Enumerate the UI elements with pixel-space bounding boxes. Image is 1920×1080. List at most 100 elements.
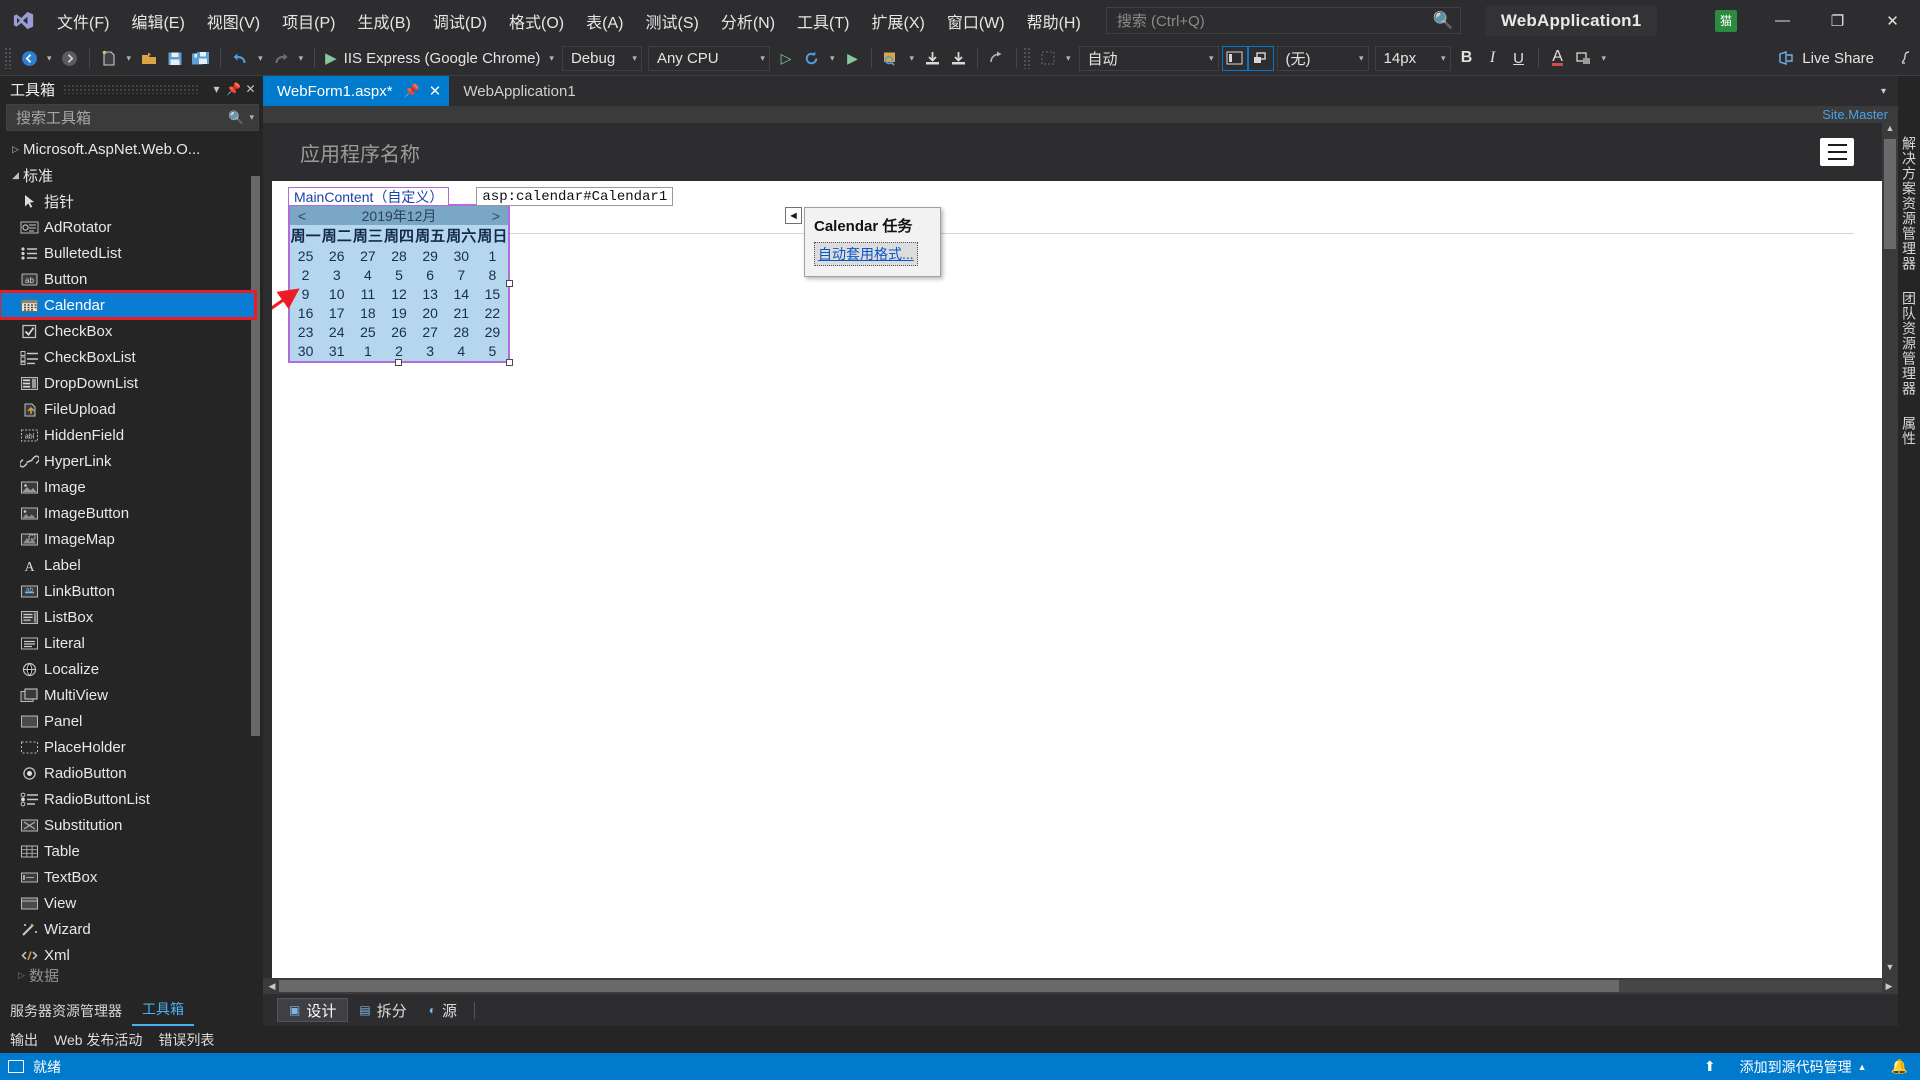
- calendar-day-cell[interactable]: 25: [290, 247, 321, 266]
- notification-badge[interactable]: 猫: [1715, 9, 1737, 32]
- calendar-day-cell[interactable]: 8: [477, 266, 508, 285]
- resize-handle-middle-right[interactable]: [506, 279, 513, 287]
- toolbox-scrollbar-thumb[interactable]: [251, 176, 260, 736]
- calendar-day-cell[interactable]: 2: [290, 266, 321, 285]
- calendar-day-cell[interactable]: 6: [415, 266, 446, 285]
- calendar-day-cell[interactable]: 3: [321, 266, 352, 285]
- menu-tools[interactable]: 工具(T): [786, 0, 860, 41]
- view-tab-source[interactable]: ◐ 源: [418, 998, 468, 1022]
- calendar-day-cell[interactable]: 13: [415, 285, 446, 304]
- scroll-up-icon[interactable]: ▲: [1882, 123, 1898, 139]
- menu-test[interactable]: 测试(S): [634, 0, 709, 41]
- scroll-left-icon[interactable]: ◀: [265, 981, 279, 992]
- toolbox-item-checkbox[interactable]: CheckBox: [0, 318, 263, 344]
- toolbox-item-linkbutton[interactable]: ab LinkButton: [0, 578, 263, 604]
- toolbox-item-xml[interactable]: Xml: [0, 942, 263, 968]
- toolbox-search-input[interactable]: 搜索工具箱 🔍 ▾: [6, 104, 259, 131]
- view-tab-split[interactable]: ▤ 拆分: [348, 998, 417, 1022]
- calendar-control-wrapper[interactable]: MainContent（自定义） asp:calendar#Calendar1 …: [288, 187, 941, 366]
- toolbox-item-placeholder[interactable]: PlaceHolder: [0, 734, 263, 760]
- live-share-button[interactable]: Live Share: [1767, 44, 1884, 72]
- calendar-day-cell[interactable]: 9: [290, 285, 321, 304]
- content-placeholder-tag[interactable]: MainContent（自定义）: [288, 187, 450, 206]
- toggle-target-rule-icon[interactable]: [1247, 45, 1274, 71]
- platform-select[interactable]: Any CPU ▾: [647, 45, 770, 71]
- start-debug-button[interactable]: ▶ IIS Express (Google Chrome): [321, 44, 544, 72]
- calendar-day-cell[interactable]: 7: [446, 266, 477, 285]
- calendar-day-cell[interactable]: 28: [383, 247, 414, 266]
- save-all-icon[interactable]: [188, 44, 214, 72]
- redo-dropdown-icon[interactable]: ▾: [294, 44, 309, 72]
- italic-button[interactable]: I: [1480, 44, 1506, 72]
- bottom-tab-output[interactable]: 输出: [10, 1030, 38, 1050]
- tab-overflow-chevron-icon[interactable]: ▾: [1869, 86, 1898, 97]
- tab-server-explorer[interactable]: 服务器资源管理器: [0, 997, 132, 1026]
- smart-tag-button[interactable]: ◄: [785, 207, 802, 224]
- foreground-color-button[interactable]: A: [1545, 44, 1571, 72]
- new-project-icon[interactable]: [96, 44, 122, 72]
- global-search-input[interactable]: 搜索 (Ctrl+Q) 🔍: [1105, 7, 1461, 34]
- toolbox-item-listbox[interactable]: ListBox: [0, 604, 263, 630]
- toolbox-item-bulletedlist[interactable]: BulletedList: [0, 240, 263, 266]
- calendar-day-cell[interactable]: 5: [477, 342, 508, 361]
- save-icon[interactable]: [162, 44, 188, 72]
- calendar-day-cell[interactable]: 15: [477, 285, 508, 304]
- toolbox-item-calendar[interactable]: Calendar: [0, 290, 257, 320]
- dock-team-explorer[interactable]: 团队资源管理器: [1899, 291, 1919, 396]
- calendar-day-cell[interactable]: 4: [352, 266, 383, 285]
- toolbox-drag-dots[interactable]: [63, 84, 200, 94]
- menu-view[interactable]: 视图(V): [196, 0, 271, 41]
- hscroll-thumb[interactable]: [279, 980, 1619, 992]
- toolbox-item-panel[interactable]: Panel: [0, 708, 263, 734]
- pin-icon[interactable]: 📌: [404, 83, 420, 99]
- toolbox-item-wizard[interactable]: Wizard: [0, 916, 263, 942]
- calendar-day-cell[interactable]: 18: [352, 304, 383, 323]
- redo-icon[interactable]: [268, 44, 294, 72]
- open-file-icon[interactable]: [136, 44, 162, 72]
- navigate-backward-dropdown-icon[interactable]: ▾: [42, 44, 57, 72]
- toolbox-item-substitution[interactable]: Substitution: [0, 812, 263, 838]
- toolbox-item-literal[interactable]: Literal: [0, 630, 263, 656]
- toolbox-scrollbar[interactable]: [250, 134, 261, 999]
- menu-debug[interactable]: 调试(D): [422, 0, 498, 41]
- calendar-day-cell[interactable]: 31: [321, 342, 352, 361]
- calendar-day-cell[interactable]: 5: [383, 266, 414, 285]
- toolbox-item-localize[interactable]: Localize: [0, 656, 263, 682]
- chevron-down-icon[interactable]: ▾: [244, 112, 254, 123]
- live-visual-tree-icon[interactable]: [945, 44, 971, 72]
- chevron-down-icon[interactable]: ▾: [208, 79, 225, 99]
- toolbox-item-radiobutton[interactable]: RadioButton: [0, 760, 263, 786]
- menu-file[interactable]: 文件(F): [46, 0, 120, 41]
- calendar-day-cell[interactable]: 27: [415, 323, 446, 342]
- menu-analyze[interactable]: 分析(N): [710, 0, 786, 41]
- calendar-day-cell[interactable]: 1: [352, 342, 383, 361]
- toolbar-grip-handle-2[interactable]: [1023, 47, 1033, 69]
- calendar-day-cell[interactable]: 12: [383, 285, 414, 304]
- calendar-day-cell[interactable]: 4: [446, 342, 477, 361]
- toolbox-item-textbox[interactable]: TextBox: [0, 864, 263, 890]
- toolbox-item-view[interactable]: View: [0, 890, 263, 916]
- view-tab-design[interactable]: ▣ 设计: [277, 998, 349, 1022]
- notifications-button[interactable]: 🔔: [1885, 1053, 1914, 1080]
- menu-edit[interactable]: 编辑(E): [120, 0, 195, 41]
- selected-control-tag[interactable]: asp:calendar#Calendar1: [476, 187, 674, 206]
- site-master-link[interactable]: Site.Master: [1822, 107, 1888, 122]
- calendar-day-cell[interactable]: 19: [383, 304, 414, 323]
- calendar-day-cell[interactable]: 3: [415, 342, 446, 361]
- restart-icon[interactable]: [799, 44, 825, 72]
- resize-handle-bottom-right[interactable]: [506, 359, 513, 366]
- calendar-next-link[interactable]: >: [489, 208, 503, 224]
- feedback-icon[interactable]: [1894, 44, 1920, 72]
- calendar-day-cell[interactable]: 30: [446, 247, 477, 266]
- continue-icon[interactable]: ▶: [839, 44, 865, 72]
- bottom-tab-error-list[interactable]: 错误列表: [158, 1030, 214, 1050]
- toggle-style-application-icon[interactable]: [1221, 45, 1248, 71]
- calendar-day-cell[interactable]: 14: [446, 285, 477, 304]
- background-color-button[interactable]: [1571, 44, 1597, 72]
- toolbox-item-multiview[interactable]: MultiView: [0, 682, 263, 708]
- menu-window[interactable]: 窗口(W): [936, 0, 1016, 41]
- doc-tab-webform1[interactable]: WebForm1.aspx* 📌 ✕: [263, 76, 450, 106]
- select-element-icon[interactable]: [919, 44, 945, 72]
- menu-project[interactable]: 项目(P): [271, 0, 346, 41]
- calendar-day-cell[interactable]: 23: [290, 323, 321, 342]
